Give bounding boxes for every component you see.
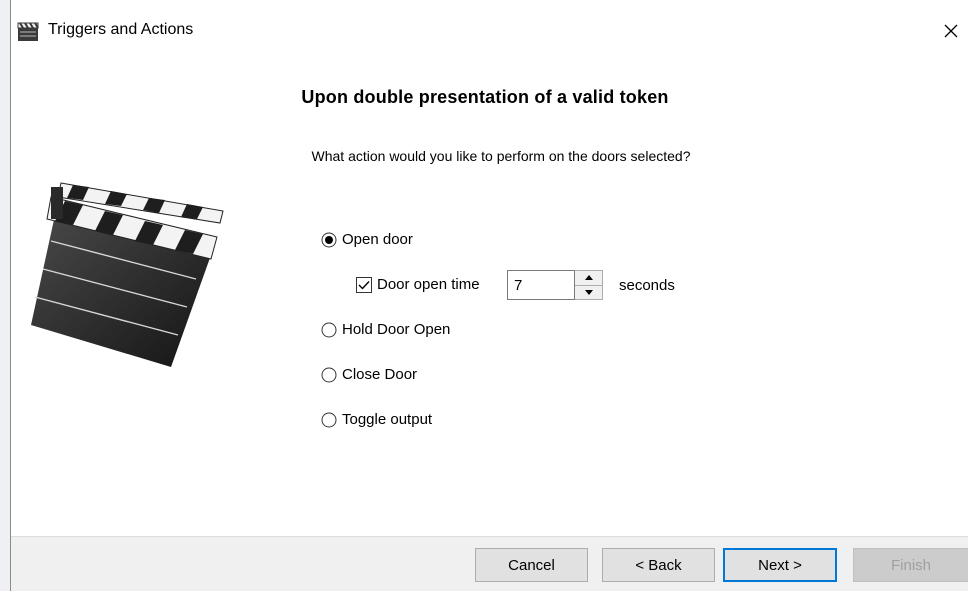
door-open-time-label: Door open time	[377, 276, 480, 293]
door-open-time-stepper	[507, 270, 603, 300]
clapperboard-icon	[17, 22, 39, 41]
toggle-output-label: Toggle output	[342, 411, 433, 428]
radio-close-door[interactable]: Close Door	[321, 366, 417, 383]
decrement-button[interactable]	[575, 285, 602, 299]
close-door-label: Close Door	[342, 366, 418, 383]
open-door-label: Open door	[342, 231, 413, 248]
radio-open-door[interactable]: Open door	[321, 231, 413, 248]
chevron-down-icon	[584, 289, 593, 295]
radio-selected-icon	[321, 232, 337, 247]
checkbox-door-open-time[interactable]: Door open time	[356, 276, 480, 293]
seconds-unit-label: seconds	[619, 277, 675, 294]
radio-unselected-icon	[321, 412, 337, 427]
close-button[interactable]	[934, 12, 968, 50]
page-heading: Upon double presentation of a valid toke…	[301, 87, 669, 107]
window-title: Triggers and Actions	[48, 21, 194, 38]
spin-buttons	[575, 270, 603, 300]
increment-button[interactable]	[575, 271, 602, 286]
door-open-time-input[interactable]	[507, 270, 575, 300]
clapperboard-illustration	[31, 182, 224, 367]
triggers-actions-dialog: Triggers and Actions Upon double present…	[10, 0, 968, 591]
dialog-footer: Cancel < Back Next > Finish	[11, 536, 968, 591]
title-bar: Triggers and Actions	[11, 0, 968, 63]
finish-button[interactable]: Finish	[853, 548, 968, 582]
action-question: What action would you like to perform on…	[311, 148, 691, 164]
chevron-up-icon	[584, 275, 593, 281]
checkbox-checked-icon	[356, 276, 372, 293]
close-icon	[944, 24, 958, 38]
back-button[interactable]: < Back	[602, 548, 715, 582]
cancel-button[interactable]: Cancel	[475, 548, 588, 582]
radio-unselected-icon	[321, 322, 337, 337]
next-button[interactable]: Next >	[723, 548, 837, 582]
radio-hold-door-open[interactable]: Hold Door Open	[321, 321, 450, 338]
radio-toggle-output[interactable]: Toggle output	[321, 411, 432, 428]
hold-door-open-label: Hold Door Open	[342, 321, 451, 338]
radio-unselected-icon	[321, 367, 337, 382]
